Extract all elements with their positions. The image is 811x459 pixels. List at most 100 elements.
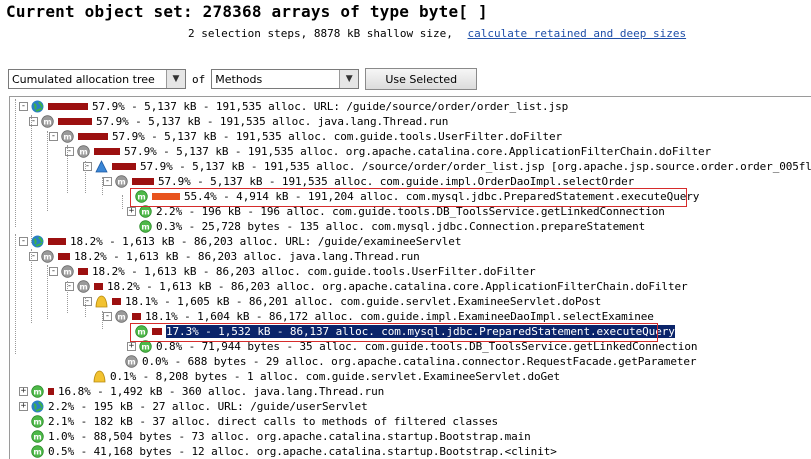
tree-row[interactable]: m 0.5% - 41,168 bytes - 12 alloc. org.apa… bbox=[19, 444, 557, 459]
view-select[interactable]: Cumulated allocation tree ▼ bbox=[8, 69, 186, 89]
allocation-bar bbox=[58, 253, 70, 260]
tree-row[interactable]: + m 16.8% - 1,492 kB - 360 alloc. java.lan… bbox=[19, 384, 384, 399]
svg-text:m: m bbox=[117, 177, 125, 186]
expand-icon[interactable]: + bbox=[127, 207, 136, 216]
url-globe-icon bbox=[31, 400, 44, 413]
method-icon: m bbox=[115, 310, 128, 323]
expand-icon[interactable]: + bbox=[19, 387, 28, 396]
allocation-tree[interactable]: - 57.9% - 5,137 kB - 191,535 alloc. URL: … bbox=[9, 96, 811, 459]
highlight-box bbox=[130, 323, 658, 342]
tree-connector bbox=[15, 99, 16, 227]
tree-connector bbox=[85, 297, 86, 317]
svg-text:m: m bbox=[79, 282, 87, 291]
tree-node-label: 18.1% - 1,605 kB - 86,201 alloc. com.gui… bbox=[125, 295, 602, 308]
servlet-icon bbox=[93, 370, 106, 383]
tree-node-label: 57.9% - 5,137 kB - 191,535 alloc. com.gu… bbox=[112, 130, 563, 143]
tree-row[interactable]: -57.9% - 5,137 kB - 191,535 alloc. /sour… bbox=[83, 159, 811, 174]
tree-row[interactable]: +2.2% - 195 kB - 27 alloc. URL: /guide/u… bbox=[19, 399, 368, 414]
tree-row[interactable]: - m 57.9% - 5,137 kB - 191,535 alloc. org.… bbox=[65, 144, 711, 159]
expand-icon[interactable]: + bbox=[19, 402, 28, 411]
method-icon: m bbox=[77, 145, 90, 158]
tree-connector bbox=[31, 115, 32, 243]
method-icon: m bbox=[31, 385, 44, 398]
calculate-sizes-link[interactable]: calculate retained and deep sizes bbox=[468, 27, 687, 40]
expand-icon[interactable]: + bbox=[127, 342, 136, 351]
tree-row[interactable]: m 2.1% - 182 kB - 37 alloc. direct calls … bbox=[19, 414, 498, 429]
allocation-bar bbox=[58, 118, 92, 125]
tree-node-label: 0.0% - 688 bytes - 29 alloc. org.apache.… bbox=[142, 355, 697, 368]
svg-text:m: m bbox=[63, 267, 71, 276]
collapse-icon[interactable]: - bbox=[19, 237, 28, 246]
chevron-down-icon[interactable]: ▼ bbox=[339, 70, 359, 88]
svg-text:m: m bbox=[141, 342, 149, 351]
servlet-icon bbox=[95, 295, 108, 308]
svg-text:m: m bbox=[33, 417, 41, 426]
tree-node-label: 57.9% - 5,137 kB - 191,535 alloc. /sourc… bbox=[140, 160, 811, 173]
svg-text:m: m bbox=[43, 252, 51, 261]
allocation-bar bbox=[132, 178, 154, 185]
tree-row[interactable]: m 0.3% - 25,728 bytes - 135 alloc. com.my… bbox=[127, 219, 645, 234]
allocation-bar bbox=[78, 133, 108, 140]
tree-connector bbox=[122, 195, 123, 209]
method-icon: m bbox=[41, 250, 54, 263]
tree-row[interactable]: 0.1% - 8,208 bytes - 1 alloc. com.guide.… bbox=[81, 369, 560, 384]
tree-connector bbox=[102, 177, 103, 195]
summary-text: 2 selection steps, 8878 kB shallow size, bbox=[188, 27, 453, 40]
allocation-bar bbox=[112, 163, 136, 170]
method-icon: m bbox=[139, 220, 152, 233]
tree-node-label: 18.2% - 1,613 kB - 86,203 alloc. java.la… bbox=[74, 250, 420, 263]
collapse-icon[interactable]: - bbox=[49, 267, 58, 276]
tree-row[interactable]: - m 18.2% - 1,613 kB - 86,203 alloc. com.g… bbox=[49, 264, 536, 279]
chevron-down-icon[interactable]: ▼ bbox=[166, 70, 185, 88]
group-select-value: Methods bbox=[215, 72, 263, 86]
tree-connector bbox=[85, 161, 86, 193]
tree-row[interactable]: - m 57.9% - 5,137 kB - 191,535 alloc. com.… bbox=[103, 174, 634, 189]
svg-text:m: m bbox=[33, 447, 41, 456]
allocation-bar bbox=[94, 148, 120, 155]
url-globe-icon bbox=[31, 100, 44, 113]
tree-connector bbox=[67, 281, 68, 313]
collapse-icon[interactable]: - bbox=[103, 312, 112, 321]
tree-row[interactable]: - 18.2% - 1,613 kB - 86,203 alloc. URL: /… bbox=[19, 234, 461, 249]
allocation-bar bbox=[48, 388, 54, 395]
tree-node-label: 18.2% - 1,613 kB - 86,203 alloc. URL: /g… bbox=[70, 235, 462, 248]
tree-connector bbox=[102, 311, 103, 329]
svg-text:m: m bbox=[33, 432, 41, 441]
tree-row[interactable]: m 1.0% - 88,504 bytes - 73 alloc. org.apa… bbox=[19, 429, 531, 444]
method-icon: m bbox=[31, 445, 44, 458]
tree-row[interactable]: - m 18.2% - 1,613 kB - 86,203 alloc. java.… bbox=[29, 249, 420, 264]
view-select-value: Cumulated allocation tree bbox=[12, 72, 155, 86]
tree-row[interactable]: - m 57.9% - 5,137 kB - 191,535 alloc. java… bbox=[29, 114, 448, 129]
jsp-icon bbox=[95, 160, 108, 173]
tree-node-label: 0.5% - 41,168 bytes - 12 alloc. org.apac… bbox=[48, 445, 557, 458]
tree-row[interactable]: - m 18.2% - 1,613 kB - 86,203 alloc. org.a… bbox=[65, 279, 688, 294]
tree-node-label: 57.9% - 5,137 kB - 191,535 alloc. com.gu… bbox=[158, 175, 635, 188]
tree-row[interactable]: - m 18.1% - 1,604 kB - 86,172 alloc. com.g… bbox=[103, 309, 654, 324]
collapse-icon[interactable]: - bbox=[49, 132, 58, 141]
use-selected-button[interactable]: Use Selected bbox=[365, 68, 478, 90]
tree-row[interactable]: m 0.0% - 688 bytes - 29 alloc. org.apache… bbox=[113, 354, 697, 369]
highlight-box bbox=[130, 188, 687, 207]
tree-node-label: 0.1% - 8,208 bytes - 1 alloc. com.guide.… bbox=[110, 370, 561, 383]
svg-text:m: m bbox=[33, 387, 41, 396]
group-select[interactable]: Methods ▼ bbox=[211, 69, 360, 89]
svg-text:m: m bbox=[141, 222, 149, 231]
tree-row[interactable]: - m 57.9% - 5,137 kB - 191,535 alloc. com.… bbox=[49, 129, 562, 144]
method-icon: m bbox=[115, 175, 128, 188]
tree-row[interactable]: - 57.9% - 5,137 kB - 191,535 alloc. URL: … bbox=[19, 99, 568, 114]
tree-node-label: 16.8% - 1,492 kB - 360 alloc. java.lang.… bbox=[58, 385, 385, 398]
tree-node-label: 18.2% - 1,613 kB - 86,203 alloc. org.apa… bbox=[107, 280, 688, 293]
method-icon: m bbox=[31, 430, 44, 443]
tree-connector bbox=[47, 265, 48, 319]
tree-row[interactable]: -18.1% - 1,605 kB - 86,201 alloc. com.gu… bbox=[83, 294, 601, 309]
tree-connector bbox=[15, 234, 16, 354]
collapse-icon[interactable]: - bbox=[103, 177, 112, 186]
svg-text:m: m bbox=[63, 132, 71, 141]
page-title: Current object set: 278368 arrays of typ… bbox=[6, 2, 488, 21]
svg-text:m: m bbox=[117, 312, 125, 321]
tree-connector bbox=[47, 131, 48, 211]
tree-connector bbox=[67, 145, 68, 193]
method-icon: m bbox=[41, 115, 54, 128]
collapse-icon[interactable]: - bbox=[19, 102, 28, 111]
svg-text:m: m bbox=[141, 207, 149, 216]
